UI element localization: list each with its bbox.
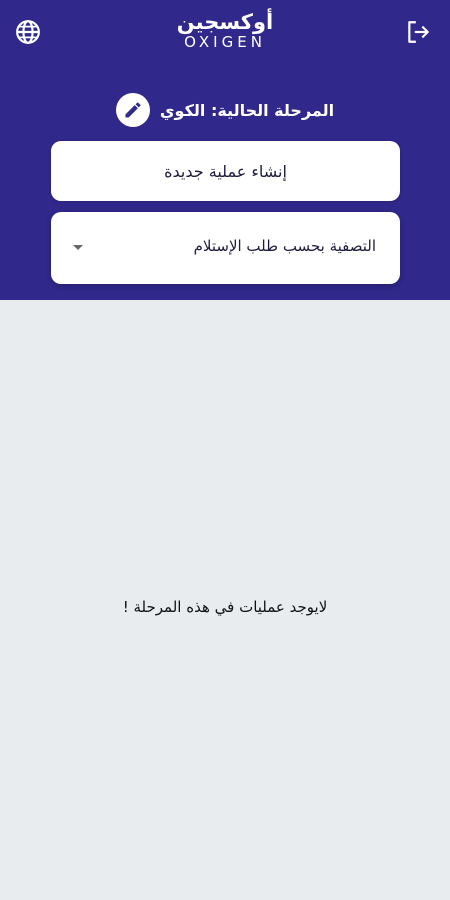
current-stage-label: المرحلة الحالية: الكوي bbox=[159, 100, 335, 120]
top-bar: أوكسجين OXIGEN bbox=[0, 0, 450, 66]
edit-stage-button[interactable] bbox=[115, 93, 150, 127]
caret-down-icon bbox=[73, 245, 83, 250]
logo-english: OXIGEN bbox=[184, 33, 266, 51]
logout-icon bbox=[408, 21, 429, 43]
pencil-icon bbox=[125, 102, 141, 118]
create-operation-button[interactable]: إنشاء عملية جديدة bbox=[51, 141, 400, 201]
filter-dropdown[interactable]: التصفية بحسب طلب الإستلام bbox=[51, 212, 400, 284]
filter-selected-value: التصفية بحسب طلب الإستلام bbox=[193, 237, 376, 255]
empty-state-message: لايوجد عمليات في هذه المرحلة ! bbox=[122, 598, 328, 616]
current-stage-row: المرحلة الحالية: الكوي bbox=[0, 92, 450, 128]
logo-arabic: أوكسجين bbox=[176, 10, 274, 34]
app-logo: أوكسجين OXIGEN bbox=[0, 9, 450, 51]
header-panel: أوكسجين OXIGEN المرحلة الحالية: الكوي إن… bbox=[0, 0, 450, 300]
logout-button[interactable] bbox=[403, 17, 433, 47]
